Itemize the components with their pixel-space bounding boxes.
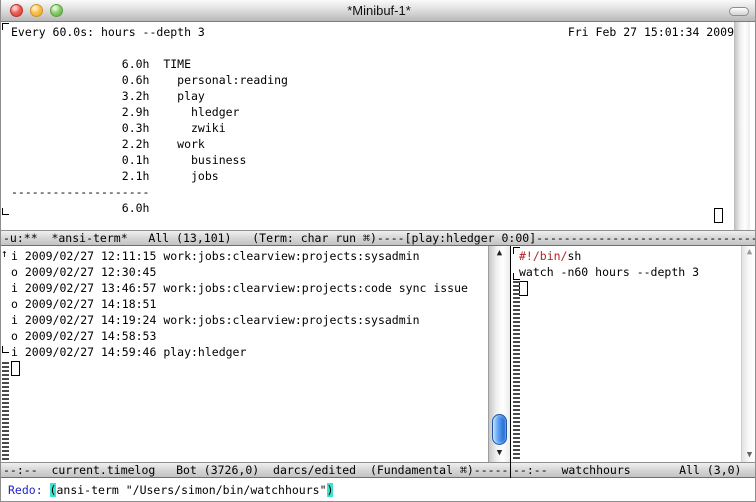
ansi-term-modeline[interactable]: -u:** *ansi-term* All (13,101) (Term: ch… xyxy=(1,230,756,246)
script-hollow-cursor xyxy=(519,281,528,296)
emacs-frame: *Minibuf-1* Every 60.0s: hours --depth 3… xyxy=(0,0,756,502)
fringe-top-angle-icon xyxy=(2,23,9,30)
term-scrollbar[interactable] xyxy=(734,22,750,230)
timelog-modeline[interactable]: --:-- current.timelog Bot (3726,0) darcs… xyxy=(1,462,510,478)
scrollbar-thumb[interactable] xyxy=(492,414,507,445)
scroll-up-arrow-icon[interactable]: ▲ xyxy=(489,247,510,260)
report-line: 0.6h personal:reading xyxy=(11,72,288,88)
hours-report: 6.0h TIME 0.6h personal:reading 3.2h pla… xyxy=(11,56,288,216)
timelog-entry: o 2009/02/27 12:30:45 xyxy=(11,264,468,280)
report-separator-line: -------------------- xyxy=(11,184,288,200)
scroll-down-arrow-icon[interactable]: ▼ xyxy=(489,447,510,460)
scroll-down-arrow-icon[interactable]: ▼ xyxy=(742,449,756,462)
timelog-entry: o 2009/02/27 14:58:53 xyxy=(11,328,468,344)
minibuffer-command: ansi-term "/Users/simon/bin/watchhours" xyxy=(56,483,326,497)
minibuffer-prompt: Redo: xyxy=(8,483,50,497)
script-text: #!/bin/sh watch -n60 hours --depth 3 xyxy=(519,248,699,280)
timelog-entry: o 2009/02/27 14:18:51 xyxy=(11,296,468,312)
minibuffer-line: Redo: (ansi-term "/Users/simon/bin/watch… xyxy=(8,482,333,498)
fringe-bottom-angle-icon xyxy=(2,208,9,215)
fringe-bottom-angle-icon xyxy=(513,273,520,280)
timelog-entry: i 2009/02/27 12:11:15 work:jobs:clearvie… xyxy=(11,248,468,264)
shebang-interpreter: sh xyxy=(567,249,581,263)
timelog-hollow-cursor xyxy=(11,361,20,376)
timelog-entry: i 2009/02/27 14:19:24 work:jobs:clearvie… xyxy=(11,312,468,328)
report-line: 2.9h hledger xyxy=(11,104,288,120)
watchhours-window[interactable]: #!/bin/sh watch -n60 hours --depth 3 ▲ ▼ xyxy=(511,246,756,462)
ansi-term-window[interactable]: Every 60.0s: hours --depth 3 Fri Feb 27 … xyxy=(1,22,756,230)
watchhours-scrollbar[interactable]: ▲ ▼ xyxy=(741,246,756,462)
report-line: 0.3h zwiki xyxy=(11,120,288,136)
watch-header-date: Fri Feb 27 15:01:34 2009 xyxy=(568,24,734,40)
watchhours-modeline[interactable]: --:-- watchhours All (3,0) xyxy=(511,462,756,478)
watch-header-left: Every 60.0s: hours --depth 3 xyxy=(11,24,205,40)
script-command-line: watch -n60 hours --depth 3 xyxy=(519,264,699,280)
report-line: 3.2h play xyxy=(11,88,288,104)
title-bar: *Minibuf-1* xyxy=(1,0,756,22)
scroll-up-arrow-icon[interactable]: ▲ xyxy=(742,246,756,259)
timelog-entries: i 2009/02/27 12:11:15 work:jobs:clearvie… xyxy=(11,248,468,360)
shebang-prefix: #!/bin/ xyxy=(519,249,567,263)
timelog-entry: i 2009/02/27 13:46:57 work:jobs:clearvie… xyxy=(11,280,468,296)
fringe-up-arrow-icon: ↑ xyxy=(1,249,8,259)
report-line: 2.1h jobs xyxy=(11,168,288,184)
report-line: 2.2h work xyxy=(11,136,288,152)
fringe-bottom-angle-icon xyxy=(2,346,9,353)
report-total-line: 6.0h xyxy=(11,200,288,216)
fringe-empty-lines-icon xyxy=(2,362,9,462)
report-line: 0.1h business xyxy=(11,152,288,168)
shebang-line: #!/bin/sh xyxy=(519,248,699,264)
paren-close-highlight: ) xyxy=(327,483,334,497)
timelog-scrollbar[interactable]: ▲ ▼ xyxy=(488,246,510,462)
toolbar-toggle-button[interactable] xyxy=(729,7,749,16)
fringe-empty-lines-icon xyxy=(513,281,520,461)
timelog-entry: i 2009/02/27 14:59:46 play:hledger xyxy=(11,344,468,360)
terminal-hollow-cursor xyxy=(714,208,723,223)
window-title: *Minibuf-1* xyxy=(1,0,756,22)
timelog-window[interactable]: ↑ i 2009/02/27 12:11:15 work:jobs:clearv… xyxy=(1,246,488,462)
minibuffer[interactable]: Redo: (ansi-term "/Users/simon/bin/watch… xyxy=(1,478,756,502)
report-line: 6.0h TIME xyxy=(11,56,288,72)
